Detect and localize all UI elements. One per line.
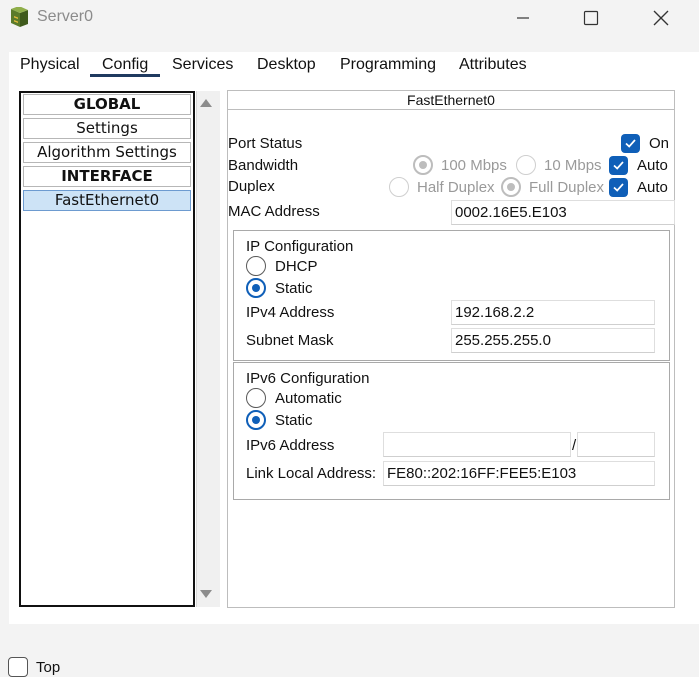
ipv6-automatic-radio[interactable] <box>246 388 266 408</box>
nav-item-algorithm-settings[interactable]: Algorithm Settings <box>23 142 191 163</box>
port-status-label: Port Status <box>228 135 303 152</box>
close-button[interactable] <box>638 0 684 36</box>
bottom-bar <box>0 624 699 667</box>
dhcp-label: DHCP <box>275 258 318 275</box>
nav-global-header: GLOBAL <box>23 94 191 115</box>
link-local-address-label: Link Local Address: <box>246 465 377 482</box>
nav-item-fastethernet0[interactable]: FastEthernet0 <box>23 190 191 211</box>
close-icon <box>653 10 669 26</box>
ipv4-address-label: IPv4 Address <box>246 304 335 321</box>
ipv6-static-radio[interactable] <box>246 410 266 430</box>
ipv6-automatic-label: Automatic <box>275 390 342 407</box>
nav-item-settings[interactable]: Settings <box>23 118 191 139</box>
minimize-button[interactable] <box>500 0 546 36</box>
duplex-label: Duplex <box>228 178 275 195</box>
tab-services[interactable]: Services <box>170 52 235 78</box>
half-duplex-label: Half Duplex <box>417 179 495 196</box>
active-tab-indicator <box>90 74 160 77</box>
duplex-auto-label: Auto <box>637 179 668 196</box>
ip-configuration-title: IP Configuration <box>246 238 354 255</box>
ipv6-prefix-input[interactable] <box>577 432 655 457</box>
check-icon <box>613 161 624 170</box>
check-icon <box>625 139 636 148</box>
port-status-checkbox[interactable] <box>621 134 640 153</box>
top-checkbox[interactable] <box>8 657 28 677</box>
full-duplex-label: Full Duplex <box>529 179 605 196</box>
ip-static-label: Static <box>275 280 313 297</box>
nav-interface-header: INTERFACE <box>23 166 191 187</box>
ipv6-prefix-separator: / <box>572 437 577 454</box>
top-checkbox-label: Top <box>36 659 61 676</box>
scroll-up-arrow-icon[interactable] <box>200 99 212 107</box>
mac-address-label: MAC Address <box>228 203 320 220</box>
dhcp-radio[interactable] <box>246 256 266 276</box>
server-app-icon <box>8 6 32 29</box>
tab-desktop[interactable]: Desktop <box>255 52 318 78</box>
bandwidth-label: Bandwidth <box>228 157 299 174</box>
tab-programming[interactable]: Programming <box>338 52 438 78</box>
ipv4-address-input[interactable]: 192.168.2.2 <box>451 300 655 325</box>
check-icon <box>613 183 624 192</box>
nav-scrollbar[interactable] <box>196 91 220 607</box>
half-duplex-radio[interactable] <box>389 177 409 197</box>
bandwidth-auto-checkbox[interactable] <box>609 156 628 175</box>
duplex-auto-checkbox[interactable] <box>609 178 628 197</box>
ipv6-configuration-title: IPv6 Configuration <box>246 370 370 387</box>
bandwidth-10-radio[interactable] <box>516 155 536 175</box>
bandwidth-10-label: 10 Mbps <box>544 157 602 174</box>
ipv6-address-label: IPv6 Address <box>246 437 335 454</box>
ip-static-radio[interactable] <box>246 278 266 298</box>
full-duplex-radio[interactable] <box>501 177 521 197</box>
port-status-on-label: On <box>649 135 670 152</box>
interface-title: FastEthernet0 <box>228 91 674 110</box>
subnet-mask-label: Subnet Mask <box>246 332 334 349</box>
ipv6-address-input[interactable] <box>383 432 571 457</box>
window-title: Server0 <box>37 8 94 25</box>
bandwidth-100-label: 100 Mbps <box>441 157 507 174</box>
mac-address-field[interactable]: 0002.16E5.E103 <box>451 200 675 225</box>
ipv6-static-label: Static <box>275 412 313 429</box>
maximize-button[interactable] <box>568 0 614 36</box>
bandwidth-auto-label: Auto <box>637 157 668 174</box>
tab-attributes[interactable]: Attributes <box>457 52 529 78</box>
bandwidth-100-radio[interactable] <box>413 155 433 175</box>
link-local-address-field[interactable]: FE80::202:16FF:FEE5:E103 <box>383 461 655 486</box>
subnet-mask-input[interactable]: 255.255.255.0 <box>451 328 655 353</box>
scroll-down-arrow-icon[interactable] <box>200 590 212 598</box>
tab-physical[interactable]: Physical <box>18 52 82 78</box>
